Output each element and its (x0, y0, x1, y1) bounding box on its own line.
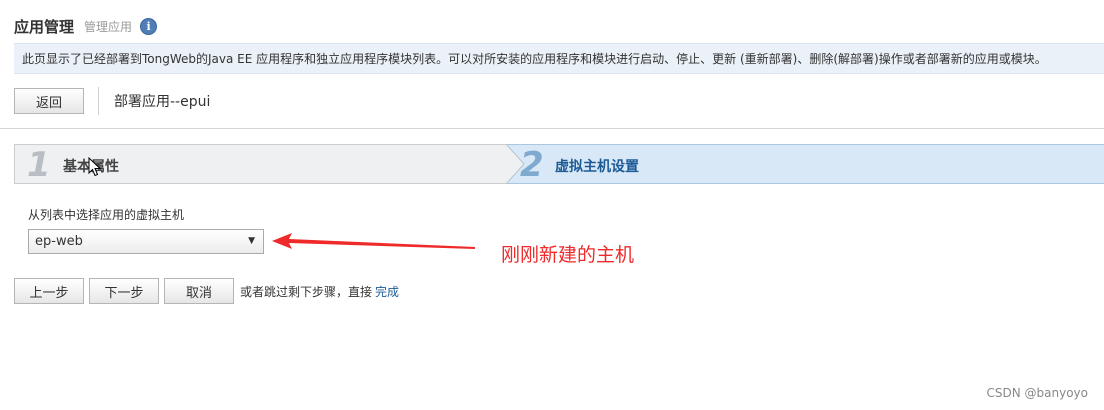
next-step-button[interactable]: 下一步 (89, 278, 159, 304)
info-icon[interactable]: i (140, 17, 158, 35)
annotation-arrow-icon (272, 233, 475, 249)
toolbar: 返回 部署应用--epui (14, 87, 211, 115)
wizard-actions: 上一步 下一步 取消 或者跳过剩下步骤，直接 完成 (14, 278, 399, 304)
page: 应用管理 管理应用 i 此页显示了已经部署到TongWeb的Java EE 应用… (0, 0, 1104, 410)
page-header: 应用管理 管理应用 i (14, 14, 158, 38)
deploy-title: 部署应用--epui (114, 94, 211, 110)
wizard-step-2[interactable]: 2 虚拟主机设置 (506, 144, 1104, 184)
wizard-steps: 1 基本属性 2 虚拟主机设置 (14, 144, 1104, 184)
section-divider (0, 128, 1104, 129)
step-label: 虚拟主机设置 (555, 159, 639, 175)
mouse-cursor-icon (88, 157, 102, 177)
cancel-button[interactable]: 取消 (164, 278, 234, 304)
step-chevron-icon (506, 144, 525, 184)
annotation-text: 刚刚新建的主机 (501, 244, 635, 266)
step-number: 1 (27, 145, 51, 185)
page-subtitle: 管理应用 (84, 19, 133, 34)
skip-text: 或者跳过剩下步骤，直接 (240, 284, 373, 299)
virtual-host-label: 从列表中选择应用的虚拟主机 (28, 208, 185, 222)
virtual-host-value: ep-web (35, 234, 83, 249)
page-description: 此页显示了已经部署到TongWeb的Java EE 应用程序和独立应用程序模块列… (14, 43, 1104, 74)
toolbar-divider (98, 87, 99, 115)
chevron-down-icon: ▼ (248, 236, 255, 246)
back-button[interactable]: 返回 (14, 88, 84, 114)
finish-link[interactable]: 完成 (375, 283, 399, 300)
watermark: CSDN @banyoyo (986, 386, 1089, 400)
page-title: 应用管理 (14, 17, 75, 36)
virtual-host-select[interactable]: ep-web ▼ (28, 229, 264, 254)
prev-step-button[interactable]: 上一步 (14, 278, 84, 304)
